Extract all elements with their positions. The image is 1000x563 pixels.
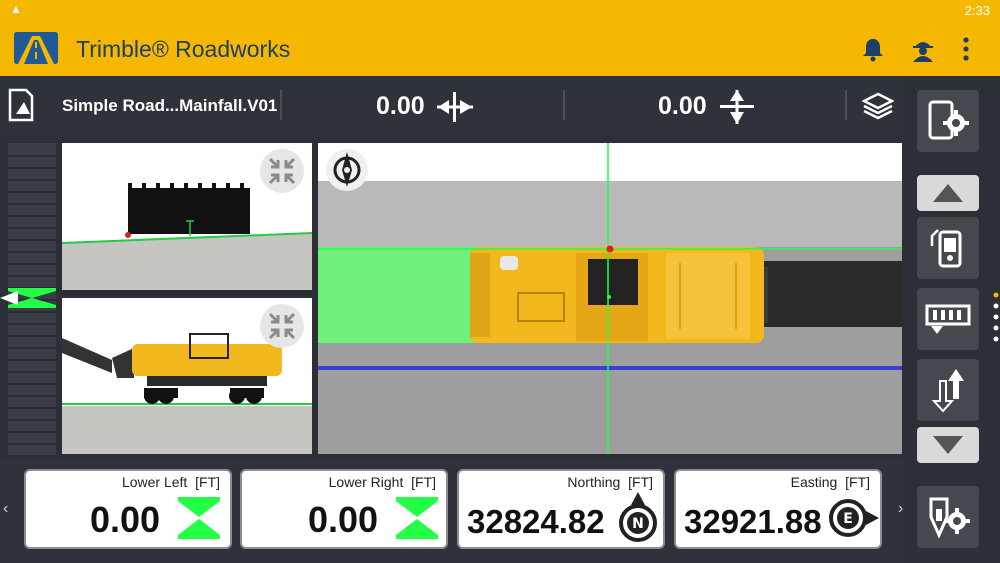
vertical-offset-icon[interactable] xyxy=(718,88,756,131)
readout-northing[interactable]: Northing [FT] 32824.82 N xyxy=(457,469,665,549)
divider xyxy=(563,90,565,120)
readout-easting[interactable]: Easting [FT] 32921.88 E xyxy=(674,469,882,549)
milling-drum-icon[interactable] xyxy=(917,288,979,350)
scale-tick xyxy=(8,419,56,421)
scale-tick xyxy=(8,191,56,193)
scale-tick xyxy=(8,407,56,409)
overflow-menu-icon[interactable] xyxy=(960,36,972,62)
notification-bell-icon[interactable] xyxy=(860,36,886,62)
roadworks-logo-icon xyxy=(14,32,58,64)
scale-tick xyxy=(8,347,56,349)
scale-tick xyxy=(8,323,56,325)
on-grade-icon xyxy=(394,495,440,546)
mobile-device-icon[interactable] xyxy=(917,217,979,279)
design-file-icon[interactable] xyxy=(6,88,40,127)
scale-tick xyxy=(8,167,56,169)
scale-tick xyxy=(8,359,56,361)
scale-tick xyxy=(8,443,56,445)
scale-tick xyxy=(8,215,56,217)
offset-value: 0.00 xyxy=(376,92,425,120)
scale-tick xyxy=(8,155,56,157)
bottom-pager xyxy=(378,556,538,559)
warning-icon: ▲ xyxy=(10,2,22,16)
design-name[interactable]: Simple Road...Mainfall.V01 xyxy=(62,96,277,116)
scale-tick xyxy=(8,263,56,265)
on-grade-icon xyxy=(176,495,222,546)
clock: 2:33 xyxy=(964,3,990,18)
app-bar: Trimble® Roadworks xyxy=(0,22,1000,76)
divider xyxy=(845,90,847,120)
readout-value: 32921.88 xyxy=(684,503,822,540)
collapse-view-icon[interactable] xyxy=(260,304,304,348)
scale-tick xyxy=(8,251,56,253)
design-toolbar: Simple Road...Mainfall.V01 0.00 0.00 xyxy=(0,76,905,136)
scroll-down-icon[interactable] xyxy=(917,427,979,463)
status-bar: ▲ 2:33 xyxy=(0,0,1000,22)
readout-value: 0.00 xyxy=(308,499,379,540)
scale-tick xyxy=(8,179,56,181)
readout-value: 32824.82 xyxy=(467,503,605,540)
worker-profile-icon[interactable] xyxy=(910,36,936,62)
scale-tick xyxy=(8,239,56,241)
elevation-swap-icon[interactable] xyxy=(917,359,979,421)
elevation-value: 0.00 xyxy=(658,92,707,120)
scale-tick xyxy=(8,203,56,205)
readout-label: Northing [FT] xyxy=(567,474,653,490)
scroll-right-icon[interactable]: › xyxy=(898,500,903,518)
page-indicator xyxy=(993,292,999,349)
svg-text:N: N xyxy=(632,516,644,532)
readout-value: 0.00 xyxy=(90,499,161,540)
scale-tick xyxy=(8,275,56,277)
machine-settings-icon[interactable] xyxy=(917,486,979,548)
on-grade-indicator-icon xyxy=(0,287,56,314)
profile-view[interactable] xyxy=(62,143,312,290)
device-settings-icon[interactable] xyxy=(917,90,979,152)
readout-label: Lower Left [FT] xyxy=(121,474,220,490)
north-compass-icon[interactable] xyxy=(326,149,368,191)
side-view[interactable] xyxy=(62,298,312,454)
divider xyxy=(280,90,282,120)
readout-lower-left[interactable]: Lower Left [FT] 0.00 xyxy=(24,469,232,549)
scale-tick xyxy=(8,395,56,397)
scale-tick xyxy=(8,371,56,373)
scale-tick xyxy=(8,335,56,337)
app-title: Trimble® Roadworks xyxy=(76,36,291,62)
scroll-left-icon[interactable]: ‹ xyxy=(3,500,8,518)
horizontal-offset-icon[interactable] xyxy=(436,90,474,129)
collapse-view-icon[interactable] xyxy=(260,149,304,193)
east-compass-icon: E xyxy=(826,495,880,546)
svg-text:E: E xyxy=(843,511,853,527)
readout-lower-right[interactable]: Lower Right [FT] 0.00 xyxy=(240,469,448,549)
scale-tick xyxy=(8,431,56,433)
north-compass-icon: N xyxy=(615,491,661,550)
readout-label: Lower Right [FT] xyxy=(328,474,436,490)
layers-icon[interactable] xyxy=(861,92,895,125)
scroll-up-icon[interactable] xyxy=(917,175,979,211)
scale-tick xyxy=(8,383,56,385)
scale-tick xyxy=(8,227,56,229)
readout-label: Easting [FT] xyxy=(790,474,870,490)
plan-view[interactable] xyxy=(318,143,902,454)
app-root: { "status_bar": {"time": "2:33", "warnin… xyxy=(0,0,1000,563)
